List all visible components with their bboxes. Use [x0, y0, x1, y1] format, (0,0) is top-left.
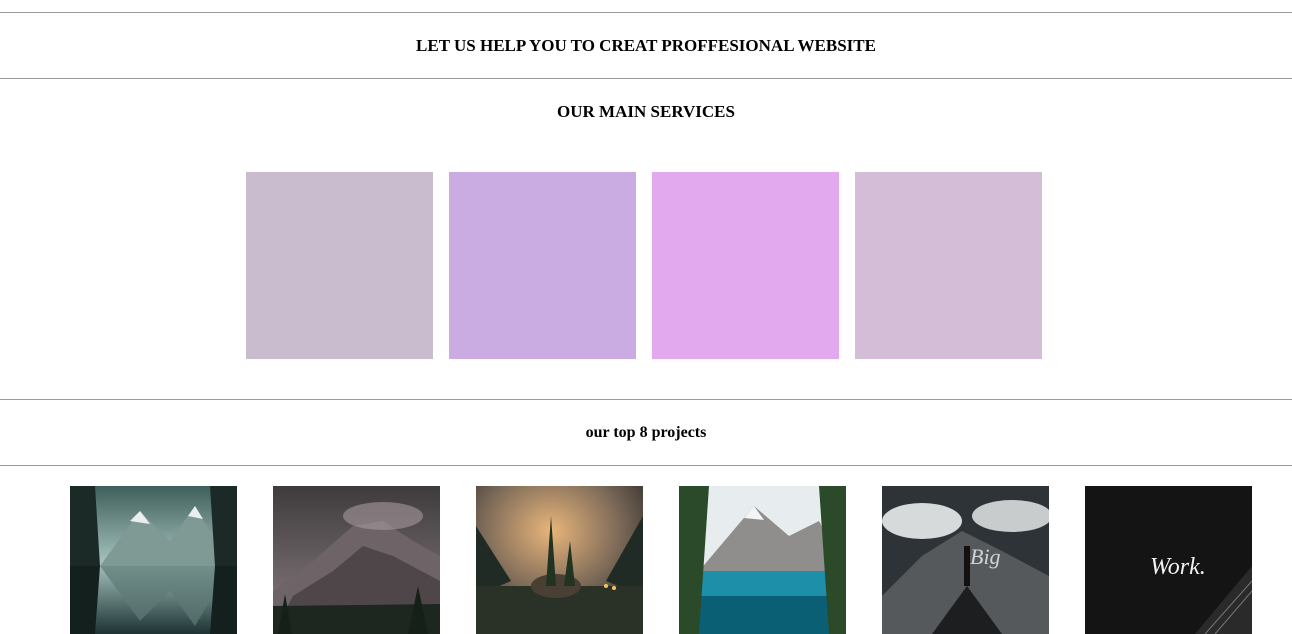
project-image-misty-rocky-mountain[interactable] — [273, 486, 440, 634]
services-title: OUR MAIN SERVICES — [557, 102, 735, 121]
project-image-rock-island-trees[interactable] — [476, 486, 643, 634]
alpine-turquoise-lake-image — [679, 486, 846, 634]
project-image-alpine-turquoise-lake[interactable] — [679, 486, 846, 634]
divider — [0, 465, 1292, 466]
rock-island-trees-image — [476, 486, 643, 634]
projects-title: our top 8 projects — [585, 424, 707, 441]
project-image-hiker-mountain[interactable]: Big — [882, 486, 1049, 634]
page: LET US HELP YOU TO CREAT PROFFESIONAL WE… — [0, 0, 1292, 634]
hiker-mountain-image: Big — [882, 486, 1049, 634]
services-grid — [246, 172, 1042, 359]
divider — [0, 399, 1292, 400]
service-card-3[interactable] — [652, 172, 839, 359]
divider — [0, 78, 1292, 79]
service-card-2[interactable] — [449, 172, 636, 359]
service-card-4[interactable] — [855, 172, 1042, 359]
mountain-lake-reflection-image — [70, 486, 237, 634]
work-dark-image: Work. — [1085, 486, 1252, 634]
project-image-mountain-lake-reflection[interactable] — [70, 486, 237, 634]
project-image-work-dark[interactable]: Work. — [1085, 486, 1252, 634]
hero-title: LET US HELP YOU TO CREAT PROFFESIONAL WE… — [416, 36, 876, 55]
work-text: Work. — [1150, 554, 1206, 580]
big-text: Big — [970, 544, 1001, 569]
service-card-1[interactable] — [246, 172, 433, 359]
divider — [0, 12, 1292, 13]
projects-gallery: Big Work. — [70, 486, 1252, 634]
misty-rocky-mountain-image — [273, 486, 440, 634]
